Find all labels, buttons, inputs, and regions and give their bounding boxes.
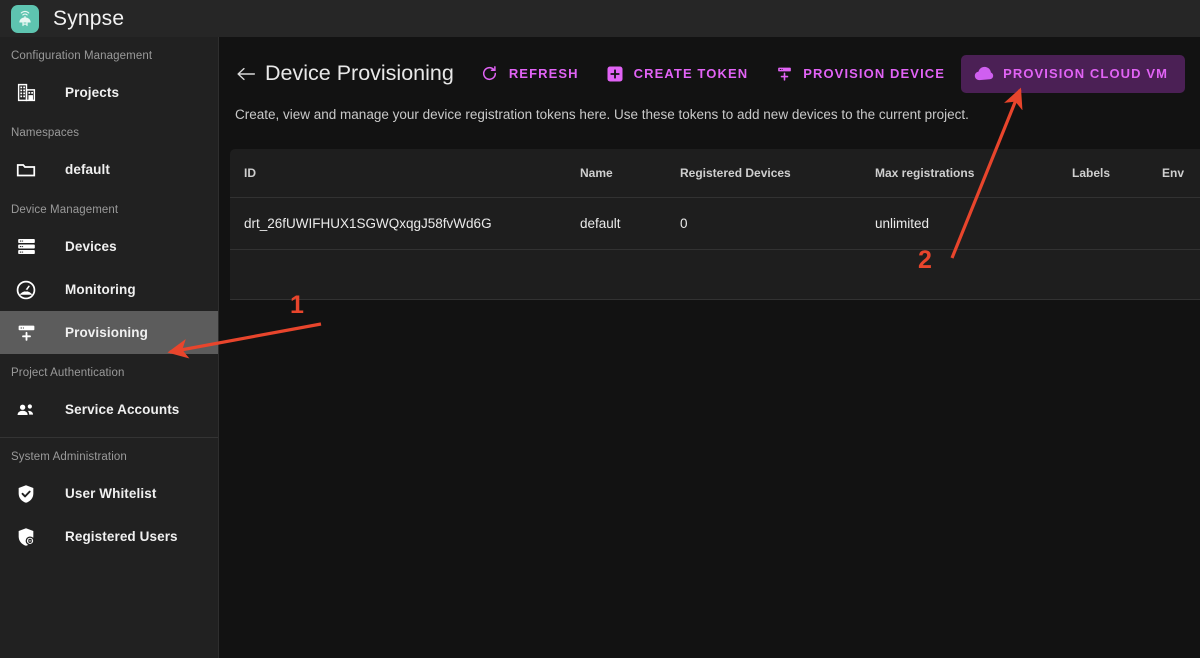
cell-id: drt_26fUWIFHUX1SGWQxqgJ58fvWd6G xyxy=(230,197,580,250)
folder-icon xyxy=(14,158,38,182)
people-icon xyxy=(14,398,38,422)
tokens-table: ID Name Registered Devices Max registrat… xyxy=(230,149,1200,300)
create-token-button[interactable]: CREATE TOKEN xyxy=(605,64,749,84)
cloud-icon xyxy=(974,64,994,84)
sidebar-item-label: Registered Users xyxy=(65,529,178,544)
sidebar-item-user-whitelist[interactable]: User Whitelist xyxy=(0,472,218,515)
sidebar-item-label: Projects xyxy=(65,85,120,100)
server-plus-icon xyxy=(774,64,794,84)
sidebar-item-monitoring[interactable]: Monitoring xyxy=(0,268,218,311)
table-header-row: ID Name Registered Devices Max registrat… xyxy=(230,149,1200,198)
tokens-table-card: ID Name Registered Devices Max registrat… xyxy=(230,149,1200,300)
sidebar-section-system-administration: System Administration xyxy=(11,451,127,463)
sidebar-section-namespaces: Namespaces xyxy=(11,127,80,139)
cell-name: default xyxy=(580,197,680,250)
page-header: Device Provisioning REFRESH CREATE TOKEN… xyxy=(219,37,1200,93)
table-footer-cell xyxy=(230,249,1200,300)
sidebar-item-label: User Whitelist xyxy=(65,486,157,501)
column-header-registered-devices[interactable]: Registered Devices xyxy=(680,149,875,198)
server-plus-icon xyxy=(14,321,38,345)
cell-labels xyxy=(1072,197,1162,250)
top-bar: Synpse xyxy=(0,0,1200,37)
building-icon xyxy=(14,81,38,105)
table-body: drt_26fUWIFHUX1SGWQxqgJ58fvWd6G default … xyxy=(230,197,1200,300)
column-header-labels[interactable]: Labels xyxy=(1072,149,1162,198)
sidebar-section-device-management: Device Management xyxy=(11,204,119,216)
provision-device-button-label: PROVISION DEVICE xyxy=(803,66,946,81)
sidebar-section-project-authentication: Project Authentication xyxy=(11,367,125,379)
column-header-max-registrations[interactable]: Max registrations xyxy=(875,149,1072,198)
refresh-button-label: REFRESH xyxy=(508,66,579,81)
provision-device-button[interactable]: PROVISION DEVICE xyxy=(774,64,945,84)
table-footer-row xyxy=(230,249,1200,300)
sidebar-item-registered-users[interactable]: Registered Users xyxy=(0,515,218,558)
shield-user-icon xyxy=(14,525,38,549)
plus-square-icon xyxy=(605,64,625,84)
sidebar-item-provisioning[interactable]: Provisioning xyxy=(0,311,218,354)
sidebar-item-label: Monitoring xyxy=(65,282,136,297)
brand-title: Synpse xyxy=(53,6,125,30)
sidebar-item-label: Devices xyxy=(65,239,117,254)
sidebar-item-label: default xyxy=(65,162,110,177)
sidebar: Configuration Management Projects Namesp… xyxy=(0,37,219,658)
sidebar-item-default[interactable]: default xyxy=(0,148,218,191)
app-root: Synpse Configuration Management Projects xyxy=(0,0,1200,658)
page-title: Device Provisioning xyxy=(265,61,454,85)
synpse-cloud-logo-icon xyxy=(11,4,39,33)
annotation-number-2: 2 xyxy=(918,246,932,274)
table-row[interactable]: drt_26fUWIFHUX1SGWQxqgJ58fvWd6G default … xyxy=(230,197,1200,250)
annotation-number-1: 1 xyxy=(290,291,304,319)
server-rack-icon xyxy=(14,235,38,259)
table-header: ID Name Registered Devices Max registrat… xyxy=(230,149,1200,198)
refresh-button[interactable]: REFRESH xyxy=(480,64,579,84)
provision-cloud-vm-button-label: PROVISION CLOUD VM xyxy=(1003,66,1169,81)
page-description: Create, view and manage your device regi… xyxy=(235,107,969,122)
create-token-button-label: CREATE TOKEN xyxy=(633,66,749,81)
cell-max-registrations: unlimited xyxy=(875,197,1072,250)
cell-env xyxy=(1162,197,1200,250)
sidebar-item-label: Provisioning xyxy=(65,325,148,340)
sidebar-section-configuration-management: Configuration Management xyxy=(11,50,153,62)
sidebar-item-projects[interactable]: Projects xyxy=(0,71,218,114)
refresh-icon xyxy=(480,64,500,84)
column-header-name[interactable]: Name xyxy=(580,149,680,198)
provision-cloud-vm-button[interactable]: PROVISION CLOUD VM xyxy=(961,54,1186,93)
arrow-left-icon[interactable] xyxy=(235,66,257,82)
sidebar-item-devices[interactable]: Devices xyxy=(0,225,218,268)
main-content: Device Provisioning REFRESH CREATE TOKEN… xyxy=(219,37,1200,658)
sidebar-item-label: Service Accounts xyxy=(65,402,180,417)
column-header-id[interactable]: ID xyxy=(230,149,580,198)
shield-check-icon xyxy=(14,482,38,506)
column-header-env[interactable]: Env xyxy=(1162,149,1200,198)
gauge-icon xyxy=(14,278,38,302)
sidebar-item-service-accounts[interactable]: Service Accounts xyxy=(0,388,218,431)
cell-registered-devices: 0 xyxy=(680,197,875,250)
